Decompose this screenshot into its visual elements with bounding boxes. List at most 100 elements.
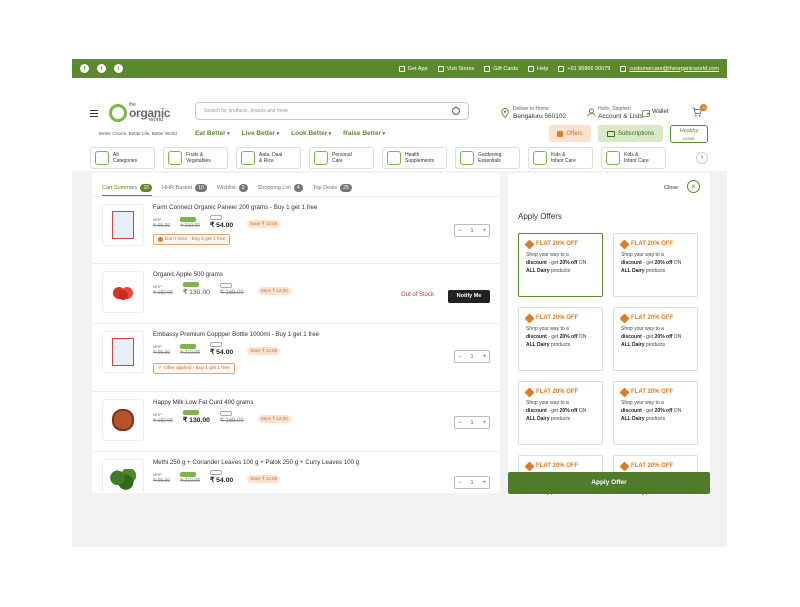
offers-button[interactable]: Offers: [549, 125, 591, 142]
phone-icon: [398, 65, 405, 72]
facebook-icon[interactable]: f: [80, 64, 89, 73]
quantity-stepper[interactable]: −1 +: [454, 350, 490, 363]
product-name[interactable]: Embassy Premium Coppper Bottle 1000ml - …: [153, 331, 490, 338]
product-name[interactable]: Farm Connect Organic Paneer 200 grams - …: [153, 204, 490, 211]
cart-item: Methi 250 g + Coriander Leaves 100 g + P…: [92, 452, 500, 493]
plus-icon[interactable]: +: [482, 420, 486, 426]
account-menu[interactable]: Hello, Stephen Account & Lists: [598, 106, 643, 121]
category-personal-care[interactable]: Personal Care: [309, 147, 374, 169]
healthy-home-button[interactable]: Healthy HOME: [670, 125, 708, 143]
product-image[interactable]: [102, 271, 144, 313]
search-placeholder: Search for products, brands and more: [204, 108, 289, 114]
twitter-icon[interactable]: t: [97, 64, 106, 73]
social-links: f t i: [80, 64, 123, 73]
supplement-icon: [387, 151, 401, 165]
wallet-icon: [642, 110, 650, 117]
offer-tag-icon: [557, 130, 564, 137]
member-badge-icon: [182, 410, 199, 415]
member-badge-icon: [180, 344, 197, 349]
help-link[interactable]: Help: [528, 65, 548, 72]
tagline: Better Choice, Better Life, Better World: [99, 131, 177, 136]
category-aata-daal-rice[interactable]: Aata, Daal & Rice: [236, 147, 301, 169]
product-image[interactable]: [102, 399, 144, 441]
nav-raise-better[interactable]: Raise Better: [343, 130, 385, 137]
minus-icon[interactable]: −: [458, 480, 462, 486]
minus-icon[interactable]: −: [458, 354, 462, 360]
check-icon: ✓: [158, 366, 163, 371]
close-icon[interactable]: ×: [687, 180, 700, 193]
plus-icon[interactable]: +: [482, 354, 486, 360]
cart-item: Embassy Premium Coppper Bottle 1000ml - …: [92, 324, 500, 392]
category-fruits-vegetables[interactable]: Fruits & Vegetables: [163, 147, 228, 169]
tab-wishlist[interactable]: Wishlist 3: [217, 180, 248, 196]
chevron-right-icon[interactable]: ›: [696, 152, 708, 164]
quantity-stepper[interactable]: −1 +: [454, 476, 490, 489]
member-badge-icon: [182, 282, 199, 287]
search-input[interactable]: Search for products, brands and more: [195, 102, 469, 120]
tab-cart-summary[interactable]: Cart Summary 15: [102, 180, 153, 196]
offer-card[interactable]: FLAT 20% OFFShop your way to adiscount -…: [613, 381, 698, 445]
instagram-icon[interactable]: i: [114, 64, 123, 73]
close-label[interactable]: Close: [664, 185, 678, 191]
wallet-link[interactable]: Wallet: [652, 109, 668, 115]
category-gardening[interactable]: Gardening Essentials: [455, 147, 520, 169]
quantity-stepper[interactable]: −1 +: [454, 416, 490, 429]
product-image[interactable]: [102, 331, 144, 373]
fruit-icon: [168, 151, 182, 165]
visit-stores-link[interactable]: Visit Stores: [437, 65, 474, 72]
offer-tag-icon: [619, 239, 630, 249]
gift-cards-link[interactable]: Gift Cards: [484, 65, 518, 72]
cart-panel: Cart Summary 15 HHR Basket 10 Wishlist 3 Sh…: [92, 173, 500, 493]
tab-top-deals[interactable]: Top Deals 25: [313, 180, 352, 196]
category-kids-infant-care[interactable]: Kids & Infant Care: [528, 147, 593, 169]
offer-card[interactable]: FLAT 20% OFFShop your way to adiscount -…: [518, 307, 603, 371]
product-image[interactable]: [102, 459, 144, 493]
location-icon: [437, 65, 444, 72]
search-icon[interactable]: [452, 107, 460, 115]
minus-icon[interactable]: −: [458, 420, 462, 426]
tab-hhr-basket[interactable]: HHR Basket 10: [162, 180, 207, 196]
cart-item: Happy Milk Low Fat Curd 400 grams MRP ₹ 1…: [92, 392, 500, 452]
notify-me-button[interactable]: Notify Me: [448, 290, 490, 303]
nav-eat-better[interactable]: Eat Better: [195, 130, 230, 137]
offer-applied-note: ✓ Offer applied - Buy 1 get 1 free: [153, 363, 235, 374]
logo[interactable]: the organic world: [109, 102, 179, 126]
product-name[interactable]: Happy Milk Low Fat Curd 400 grams: [153, 399, 490, 406]
apply-offer-button[interactable]: Apply Offer: [508, 472, 710, 494]
save-badge: Save ₹ 12.00: [247, 220, 281, 228]
product-name[interactable]: Methi 250 g + Coriander Leaves 100 g + P…: [153, 459, 490, 466]
category-bar: All Categories Fruits & Vegetables Aata, D…: [90, 147, 666, 169]
plus-icon[interactable]: +: [482, 228, 486, 234]
minus-icon[interactable]: −: [458, 228, 462, 234]
offer-tag-icon: [524, 239, 535, 249]
save-badge: Save ₹ 12.00: [247, 475, 281, 483]
get-app-link[interactable]: Get App: [398, 65, 428, 72]
category-health-supplements[interactable]: Health Supplements: [382, 147, 447, 169]
deliver-to[interactable]: Deliver to Home Bengaluru 560102: [513, 106, 566, 121]
product-image[interactable]: [102, 204, 144, 246]
menu-icon[interactable]: [90, 110, 98, 119]
nav-look-better[interactable]: Look Better: [291, 130, 331, 137]
tab-shopping-list[interactable]: Shopping List 4: [258, 180, 303, 196]
grid-icon: [95, 151, 109, 165]
offer-card[interactable]: FLAT 20% OFFShop your way to adiscount -…: [613, 307, 698, 371]
offer-card[interactable]: FLAT 20% OFFShop your way to adiscount -…: [518, 381, 603, 445]
header: the organic world Better Choice, Better …: [72, 78, 727, 171]
email-link[interactable]: customercare@theorganicworld.com: [620, 65, 719, 72]
category-kids-infant-care-2[interactable]: Kids & Infant Care: [601, 147, 666, 169]
offer-card[interactable]: FLAT 20% OFFShop your way to adiscount -…: [518, 233, 603, 297]
baby-icon: [533, 151, 547, 165]
product-name[interactable]: Organic Apple 500 grams: [153, 271, 490, 278]
category-all[interactable]: All Categories: [90, 147, 155, 169]
quantity-stepper[interactable]: −1 +: [454, 224, 490, 237]
subscriptions-button[interactable]: Subscriptions: [598, 125, 663, 142]
plus-icon[interactable]: +: [482, 480, 486, 486]
offer-card[interactable]: FLAT 20% OFFShop your way to adiscount -…: [613, 233, 698, 297]
phone-link[interactable]: +91 96866 90079: [558, 65, 610, 72]
nav-live-better[interactable]: Live Better: [242, 130, 280, 137]
info-icon: [158, 237, 163, 242]
help-icon: [528, 65, 535, 72]
app-frame: f t i Get App Visit Stores Gift Cards He…: [72, 59, 727, 547]
grain-icon: [241, 151, 255, 165]
subscription-icon: [606, 130, 615, 137]
